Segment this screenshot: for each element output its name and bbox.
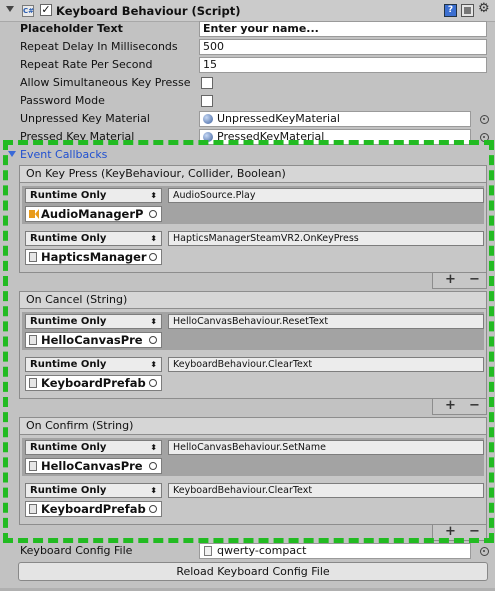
function-dropdown[interactable]: AudioSource.Play xyxy=(168,188,484,203)
unpressed-material-label: Unpressed Key Material xyxy=(20,112,150,125)
on-cancel-header: On Cancel (String) xyxy=(19,291,487,309)
text-asset-icon xyxy=(204,546,212,556)
on-confirm-header: On Confirm (String) xyxy=(19,417,487,435)
password-mode-label: Password Mode xyxy=(20,94,105,107)
unpressed-material-value: UnpressedKeyMaterial xyxy=(217,112,340,125)
object-picker-icon[interactable] xyxy=(480,547,489,556)
function-dropdown[interactable]: KeyboardBehaviour.ClearText xyxy=(168,357,484,372)
add-remove-bar: + − xyxy=(432,399,487,415)
repeat-delay-label: Repeat Delay In Milliseconds xyxy=(20,40,178,53)
runtime-mode-dropdown[interactable]: Runtime Only ⬍ xyxy=(25,188,162,203)
target-object-field[interactable]: HelloCanvasPre xyxy=(25,332,162,348)
remove-listener-button[interactable]: − xyxy=(469,525,480,539)
repeat-delay-field[interactable]: 500 xyxy=(199,39,487,55)
pressed-material-field[interactable]: PressedKeyMaterial xyxy=(199,129,471,145)
runtime-mode-dropdown[interactable]: Runtime Only ⬍ xyxy=(25,483,162,498)
target-object-field[interactable]: HapticsManager xyxy=(25,249,162,265)
password-mode-checkbox[interactable] xyxy=(201,95,213,107)
remove-listener-button[interactable]: − xyxy=(469,273,480,287)
runtime-mode-dropdown[interactable]: Runtime Only ⬍ xyxy=(25,357,162,372)
add-listener-button[interactable]: + xyxy=(445,525,456,539)
object-picker-icon[interactable] xyxy=(149,462,157,470)
keyboard-config-label: Keyboard Config File xyxy=(20,544,133,557)
add-listener-button[interactable]: + xyxy=(445,399,456,413)
object-picker-icon[interactable] xyxy=(480,115,489,124)
add-listener-button[interactable]: + xyxy=(445,273,456,287)
pressed-material-value: PressedKeyMaterial xyxy=(217,130,325,143)
function-dropdown[interactable]: HelloCanvasBehaviour.ResetText xyxy=(168,314,484,329)
object-picker-icon[interactable] xyxy=(149,379,157,387)
keyboard-config-field[interactable]: qwerty-compact xyxy=(199,543,471,559)
on-key-press-header: On Key Press (KeyBehaviour, Collider, Bo… xyxy=(19,165,487,183)
target-object-field[interactable]: HelloCanvasPre xyxy=(25,458,162,474)
runtime-mode-dropdown[interactable]: Runtime Only ⬍ xyxy=(25,231,162,246)
script-icon: C# xyxy=(22,5,35,17)
add-remove-bar: + − xyxy=(432,273,487,289)
material-icon xyxy=(203,114,213,124)
function-dropdown[interactable]: KeyboardBehaviour.ClearText xyxy=(168,483,484,498)
component-enabled-checkbox[interactable]: ✓ xyxy=(40,4,52,16)
placeholder-text-field[interactable]: Enter your name... xyxy=(199,21,487,37)
object-picker-icon[interactable] xyxy=(149,505,157,513)
help-icon[interactable]: ? xyxy=(444,4,457,17)
target-object-field[interactable]: KeyboardPrefab xyxy=(25,375,162,391)
gameobject-icon xyxy=(29,335,37,345)
material-icon xyxy=(203,132,213,142)
runtime-mode-dropdown[interactable]: Runtime Only ⬍ xyxy=(25,314,162,329)
allow-simultaneous-checkbox[interactable] xyxy=(201,77,213,89)
gameobject-icon xyxy=(29,252,37,262)
object-picker-icon[interactable] xyxy=(149,253,157,261)
remove-listener-button[interactable]: − xyxy=(469,399,480,413)
runtime-mode-dropdown[interactable]: Runtime Only ⬍ xyxy=(25,440,162,455)
foldout-arrow-icon[interactable] xyxy=(6,6,14,12)
audio-source-icon xyxy=(29,209,39,219)
gear-icon[interactable]: ⚙ xyxy=(478,1,490,16)
gameobject-icon xyxy=(29,504,37,514)
component-title: Keyboard Behaviour (Script) xyxy=(56,4,241,18)
event-callbacks-foldout-icon[interactable] xyxy=(8,151,16,157)
unpressed-material-field[interactable]: UnpressedKeyMaterial xyxy=(199,111,471,127)
object-picker-icon[interactable] xyxy=(149,210,157,218)
preset-icon[interactable] xyxy=(461,4,474,17)
repeat-rate-label: Repeat Rate Per Second xyxy=(20,58,153,71)
placeholder-text-label: Placeholder Text xyxy=(20,22,123,35)
allow-simultaneous-label: Allow Simultaneous Key Presse xyxy=(20,76,191,89)
event-callbacks-label[interactable]: Event Callbacks xyxy=(20,148,107,161)
gameobject-icon xyxy=(29,378,37,388)
object-picker-icon[interactable] xyxy=(149,336,157,344)
add-remove-bar: + − xyxy=(432,525,487,541)
target-object-field[interactable]: KeyboardPrefab xyxy=(25,501,162,517)
object-picker-icon[interactable] xyxy=(480,133,489,142)
pressed-material-label: Pressed Key Material xyxy=(20,130,135,143)
function-dropdown[interactable]: HapticsManagerSteamVR2.OnKeyPress xyxy=(168,231,484,246)
target-object-field[interactable]: AudioManagerP xyxy=(25,206,162,222)
function-dropdown[interactable]: HelloCanvasBehaviour.SetName xyxy=(168,440,484,455)
repeat-rate-field[interactable]: 15 xyxy=(199,57,487,73)
keyboard-config-value: qwerty-compact xyxy=(217,544,307,557)
reload-config-button[interactable]: Reload Keyboard Config File xyxy=(18,562,488,581)
gameobject-icon xyxy=(29,461,37,471)
